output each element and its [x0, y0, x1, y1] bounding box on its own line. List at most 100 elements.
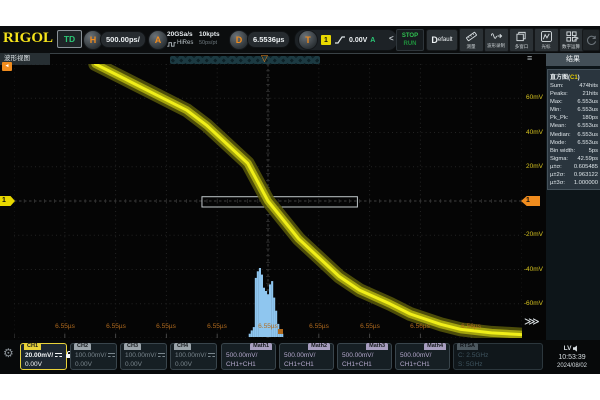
stat-value: 0.605485	[574, 163, 598, 171]
stat-row: Median: 6.553us	[550, 131, 598, 139]
trigger-position-left-icon[interactable]: ◄	[2, 62, 12, 71]
hires-wave-icon	[167, 41, 176, 47]
stat-row: Mean:6.553us	[550, 122, 598, 130]
voltage-scale-label: 20mV	[523, 163, 543, 170]
ch3-offset: 0.00V	[125, 361, 142, 368]
trigger-source-badge[interactable]: 1	[321, 35, 331, 45]
trigger-settings-group[interactable]: T 1 0.00V A	[294, 29, 398, 51]
delay-knob-button[interactable]: D	[229, 30, 249, 50]
menu-label: 波形录制	[487, 42, 505, 48]
stat-label: Sigma:	[550, 155, 568, 163]
time-axis-label: 6.55µs	[151, 323, 181, 330]
speaker-icon	[573, 345, 580, 352]
time-axis-label: 6.56µs	[456, 323, 486, 330]
math4-expression: CH1+CH1	[400, 361, 430, 368]
menu-label: 测量	[467, 43, 476, 49]
ch1-block[interactable]: CH1 20.00mV/ 0.00V	[20, 343, 67, 370]
stat-row: µ±σ: 0.605485	[550, 163, 598, 171]
acquire-knob-button[interactable]: A	[148, 30, 168, 50]
ch2-block[interactable]: CH2 100.00mV/ 0.00V	[70, 343, 117, 370]
math4-tab: Math4	[424, 343, 446, 350]
math3-scale: 500.00mV/	[342, 352, 373, 359]
multi-window-menu-button[interactable]: 多窗口	[509, 28, 534, 52]
waveform-graticule[interactable]: 6.55µs 6.55µs 6.55µs 6.55µs 6.55µs 6.55µ…	[14, 64, 522, 338]
ruler-measure-icon	[466, 31, 477, 42]
stat-value: 0.963122	[574, 171, 598, 179]
ch4-tab: CH4	[174, 343, 191, 350]
ch1-offset-marker[interactable]: 1	[0, 196, 15, 206]
cursor-menu-button[interactable]: 光标	[534, 28, 559, 52]
stat-label: Median:	[550, 131, 571, 139]
ch2-scale: 100.00mV/	[75, 352, 106, 359]
ch3-tab: CH3	[124, 343, 141, 350]
rtsa-center-freq: C: 2.5GHz	[458, 352, 488, 359]
voltage-scale-label: -60mV	[523, 300, 543, 307]
expand-arrow[interactable]: >	[574, 34, 579, 43]
stat-row: µ±3σ:1.000000	[550, 179, 598, 187]
trigger-level-marker[interactable]: 1	[521, 196, 540, 206]
sample-rate: 20GSa/s	[167, 30, 193, 39]
math2-block[interactable]: Math2 500.00mV/ CH1+CH1	[279, 343, 334, 370]
sync-button[interactable]	[582, 29, 600, 51]
run-stop-button[interactable]: STOP RUN	[396, 29, 424, 51]
stat-label: Peaks:	[550, 90, 568, 98]
waveform-record-menu-button[interactable]: 波形录制	[484, 28, 509, 52]
clock-time: 10:53:39	[546, 353, 598, 362]
dc-coupling-icon	[55, 353, 62, 359]
math4-block[interactable]: Math4 500.00mV/ CH1+CH1	[395, 343, 450, 370]
trigger-delay-value[interactable]: 6.5536µs	[247, 31, 290, 48]
stat-label: Bin width:	[550, 147, 575, 155]
clock-date: 2024/08/02	[546, 362, 598, 371]
stat-label: µ±3σ:	[550, 179, 565, 187]
time-axis-label: 6.56µs	[405, 323, 435, 330]
math2-expression: CH1+CH1	[284, 361, 314, 368]
trigger-knob-button[interactable]: T	[298, 30, 318, 50]
results-header[interactable]: 结果	[546, 53, 600, 66]
default-button[interactable]: Default	[426, 29, 458, 51]
lan-status: LV	[564, 344, 572, 353]
stat-row: Peaks:21hits	[550, 90, 598, 98]
rtsa-block[interactable]: RTSA C: 2.5GHz S: 5GHz	[453, 343, 543, 370]
math4-scale: 500.00mV/	[400, 352, 431, 359]
math3-block[interactable]: Math3 500.00mV/ CH1+CH1	[337, 343, 392, 370]
timebase-value[interactable]: 500.00ps/	[100, 31, 146, 48]
gear-settings-icon[interactable]: ⚙	[3, 347, 14, 359]
acq-mode: HiRes	[177, 39, 193, 48]
rtsa-span: S: 5GHz	[458, 361, 483, 368]
stat-row: Pk_Pk:180ps	[550, 114, 598, 122]
histogram-range-strip[interactable]	[170, 56, 320, 64]
stat-value: 42.59ps	[577, 155, 598, 163]
ch4-scale: 100.00mV/	[175, 352, 206, 359]
stat-row: Bin width:5ps	[550, 147, 598, 155]
ch1-tab: CH1	[24, 343, 41, 350]
menu-expand-icon[interactable]: ⋙	[524, 317, 540, 328]
ch2-tab: CH2	[74, 343, 91, 350]
math1-scale: 500.00mV/	[226, 352, 257, 359]
stat-label: µ±σ:	[550, 163, 562, 171]
stat-label: Max:	[550, 98, 563, 106]
window-menu-icon[interactable]: ≡	[527, 54, 532, 63]
stat-row: Sigma: 42.59ps	[550, 155, 598, 163]
stat-label: Mean:	[550, 122, 566, 130]
measure-menu-button[interactable]: 测量	[459, 28, 484, 52]
system-status-block[interactable]: LV 10:53:39 2024/08/02	[546, 344, 598, 371]
stat-value: 6.553us	[577, 131, 598, 139]
voltage-scale-label: 60mV	[523, 94, 543, 101]
math2-tab: Math2	[308, 343, 330, 350]
memory-depth-info[interactable]: 10kpts 50ps/pt	[199, 29, 220, 49]
acquisition-info[interactable]: 20GSa/s HiRes	[167, 29, 193, 49]
top-toolbar: RIGOL TD H 500.00ps/ A 20GSa/s HiRes 10k…	[0, 26, 600, 54]
histogram-stats-card[interactable]: 直方图(C1) Sum:474hits Peaks:21hits Max:6.5…	[547, 69, 600, 190]
ch4-block[interactable]: CH4 100.00mV/ 0.00V	[170, 343, 217, 370]
trigger-level-value: 0.00V	[349, 37, 367, 44]
ch3-scale: 100.00mV/	[125, 352, 156, 359]
trigger-position-marker-icon[interactable]: ▽	[261, 54, 268, 63]
digital-ops-menu-button[interactable]: 数字运算	[559, 28, 584, 52]
collapse-arrow[interactable]: <	[389, 34, 394, 43]
stat-value: 6.553us	[577, 139, 598, 147]
memory-depth: 10kpts	[199, 30, 220, 39]
math1-block[interactable]: Math1 500.00mV/ CH1+CH1	[221, 343, 276, 370]
waveform-plot	[14, 64, 522, 338]
ch3-block[interactable]: CH3 100.00mV/ 0.00V	[120, 343, 167, 370]
waveform-record-icon	[491, 31, 503, 41]
